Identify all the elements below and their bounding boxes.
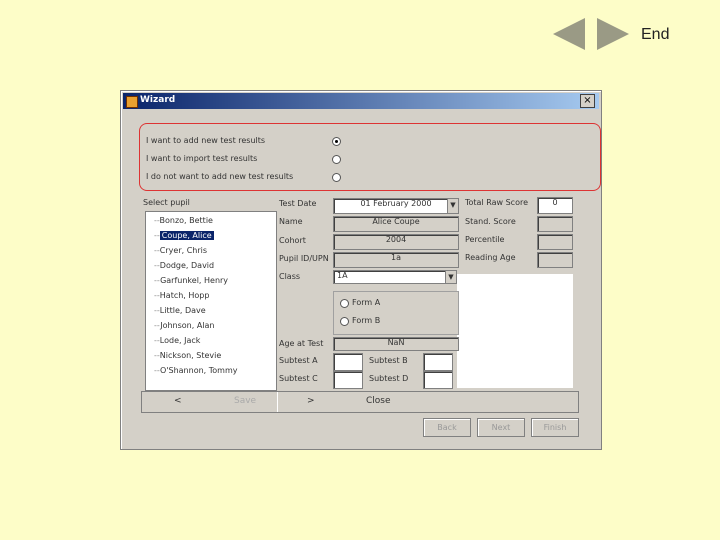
stand-score-field xyxy=(537,216,573,232)
pupil-id-field: 1a xyxy=(333,252,459,268)
subtest-d-label: Subtest D xyxy=(369,374,409,383)
pupil-name: Hatch, Hopp xyxy=(159,291,210,300)
class-value: 1A xyxy=(337,271,348,280)
cohort-value: 2004 xyxy=(385,235,407,244)
name-value: Alice Coupe xyxy=(372,217,420,226)
pupil-name: O'Shannon, Tommy xyxy=(160,366,238,375)
pupil-id-label: Pupil ID/UPN xyxy=(279,254,329,263)
pupil-name: Garfunkel, Henry xyxy=(160,276,229,285)
class-label: Class xyxy=(279,272,301,281)
option-label: I want to import test results xyxy=(146,154,258,163)
stand-score-label: Stand. Score xyxy=(465,217,516,226)
form-a-label: Form A xyxy=(352,298,381,307)
previous-slide-icon[interactable] xyxy=(553,18,585,50)
radio-no-results[interactable] xyxy=(332,173,341,182)
age-at-test-value: NaN xyxy=(387,338,405,347)
finish-button[interactable]: Finish xyxy=(531,418,579,437)
total-raw-score-field: 0 xyxy=(537,197,573,214)
form-group: Form A Form B xyxy=(333,291,459,335)
chevron-down-icon[interactable]: ▼ xyxy=(445,271,456,283)
list-item[interactable]: --Bonzo, Bettie xyxy=(154,216,213,225)
option-no-results[interactable]: I do not want to add new test results xyxy=(146,172,341,182)
reading-age-field xyxy=(537,252,573,268)
age-at-test-field: NaN xyxy=(333,337,459,351)
list-item[interactable]: --Little, Dave xyxy=(154,306,206,315)
list-item[interactable]: --Cryer, Chris xyxy=(154,246,207,255)
option-label: I do not want to add new test results xyxy=(146,172,294,181)
name-field: Alice Coupe xyxy=(333,216,459,232)
test-date-label: Test Date xyxy=(279,199,317,208)
list-item[interactable]: --Hatch, Hopp xyxy=(154,291,209,300)
select-pupil-label: Select pupil xyxy=(143,198,190,207)
cohort-field: 2004 xyxy=(333,234,459,250)
age-at-test-label: Age at Test xyxy=(279,339,324,348)
radio-form-b[interactable] xyxy=(340,317,349,326)
pupil-list[interactable]: --Bonzo, Bettie -- Coupe, Alice --Cryer, … xyxy=(145,211,277,391)
subtest-b-input[interactable] xyxy=(423,353,453,371)
pupil-id-value: 1a xyxy=(391,253,401,262)
total-raw-score-label: Total Raw Score xyxy=(465,198,529,207)
pupil-name: Dodge, David xyxy=(159,261,215,270)
end-link[interactable]: End xyxy=(641,26,669,44)
radio-add-results[interactable] xyxy=(332,137,341,146)
cohort-label: Cohort xyxy=(279,236,306,245)
total-raw-score-value: 0 xyxy=(552,198,558,207)
close-icon[interactable]: × xyxy=(580,94,595,108)
radio-form-a[interactable] xyxy=(340,299,349,308)
list-item[interactable]: --O'Shannon, Tommy xyxy=(154,366,237,375)
option-import-results[interactable]: I want to import test results xyxy=(146,154,341,164)
subtest-a-input[interactable] xyxy=(333,353,363,371)
subtest-c-input[interactable] xyxy=(333,371,363,389)
close-button[interactable]: Close xyxy=(366,396,391,406)
pupil-name-selected: Coupe, Alice xyxy=(159,231,214,240)
option-add-results[interactable]: I want to add new test results xyxy=(146,136,341,146)
blank-panel xyxy=(457,274,573,388)
save-button[interactable]: Save xyxy=(234,396,256,406)
app-icon xyxy=(126,96,138,108)
pupil-name: Nickson, Stevie xyxy=(159,351,222,360)
tab-divider xyxy=(277,392,278,412)
subtest-a-label: Subtest A xyxy=(279,356,318,365)
subtest-d-input[interactable] xyxy=(423,371,453,389)
pupil-name: Bonzo, Bettie xyxy=(159,216,213,225)
pupil-name: Cryer, Chris xyxy=(159,246,208,255)
form-b-label: Form B xyxy=(352,316,381,325)
options-panel: I want to add new test results I want to… xyxy=(139,123,601,191)
test-date-select[interactable]: 01 February 2000 ▼ xyxy=(333,198,459,214)
class-select[interactable]: 1A ▼ xyxy=(333,270,457,284)
name-label: Name xyxy=(279,217,303,226)
radio-import-results[interactable] xyxy=(332,155,341,164)
test-date-value: 01 February 2000 xyxy=(360,199,432,208)
chevron-down-icon[interactable]: ▼ xyxy=(447,199,458,213)
reading-age-label: Reading Age xyxy=(465,253,516,262)
pupil-name: Johnson, Alan xyxy=(160,321,215,330)
subtest-b-label: Subtest B xyxy=(369,356,408,365)
next-button[interactable]: Next xyxy=(477,418,525,437)
pupil-name: Little, Dave xyxy=(159,306,206,315)
list-item[interactable]: --Dodge, David xyxy=(154,261,214,270)
percentile-label: Percentile xyxy=(465,235,505,244)
record-navigation-bar: < Save > Close xyxy=(141,391,579,413)
next-slide-icon[interactable] xyxy=(597,18,629,50)
list-item[interactable]: --Lode, Jack xyxy=(154,336,200,345)
previous-record-button[interactable]: < xyxy=(174,396,182,406)
list-item[interactable]: -- Coupe, Alice xyxy=(154,231,214,240)
title-bar: Wizard × xyxy=(123,93,599,109)
pupil-name: Lode, Jack xyxy=(159,336,201,345)
list-item[interactable]: --Johnson, Alan xyxy=(154,321,215,330)
list-item[interactable]: --Garfunkel, Henry xyxy=(154,276,228,285)
wizard-window: Wizard × I want to add new test results … xyxy=(120,90,602,450)
percentile-field xyxy=(537,234,573,250)
option-label: I want to add new test results xyxy=(146,136,266,145)
subtest-c-label: Subtest C xyxy=(279,374,318,383)
next-record-button[interactable]: > xyxy=(307,396,315,406)
window-title: Wizard xyxy=(140,95,176,105)
list-item[interactable]: --Nickson, Stevie xyxy=(154,351,221,360)
back-button[interactable]: Back xyxy=(423,418,471,437)
